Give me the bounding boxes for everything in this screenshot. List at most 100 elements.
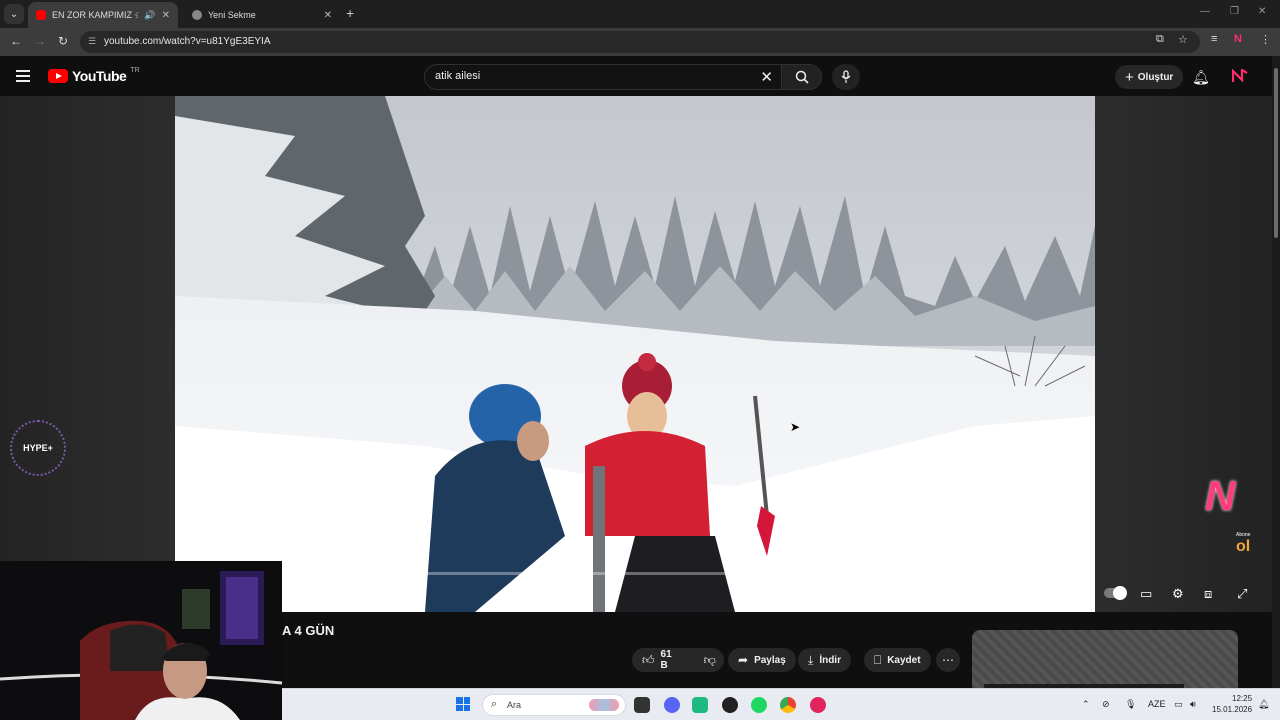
subscribe-overlay: Abone ol: [1236, 532, 1250, 556]
download-icon: ⤓: [808, 652, 814, 667]
youtube-favicon-icon: [36, 10, 46, 20]
search-icon: [795, 70, 809, 84]
search-box[interactable]: ✕: [424, 64, 782, 90]
forward-icon[interactable]: →: [34, 34, 46, 48]
install-app-icon[interactable]: ⧉: [1156, 33, 1164, 46]
input-language[interactable]: AZE: [1148, 699, 1166, 709]
app-dark-icon[interactable]: [722, 697, 738, 713]
url-text: youtube.com/watch?v=u81YgE3EYIA: [104, 36, 271, 47]
like-dislike-group: 👍︎ 61 B 👎︎: [632, 648, 724, 672]
like-count: 61 B: [660, 649, 672, 671]
guide-menu-icon[interactable]: [16, 70, 30, 82]
subtitles-icon[interactable]: ▭: [1140, 586, 1152, 602]
browser-tab-strip: ⌄ EN ZOR KAMPIMIZ 🌨 KAR 🔊 ✕ Yeni Sekme ✕…: [0, 0, 1280, 28]
audio-playing-icon[interactable]: 🔊: [144, 10, 155, 21]
tab-search-dropdown-icon[interactable]: ⌄: [4, 4, 24, 24]
windows-taskbar: ⌕ Ara ⌃ ⊘ 🎙︎ AZE ▭ 🔊︎ 12:25 15.01.2026 🔔…: [282, 688, 1280, 720]
clear-search-icon[interactable]: ✕: [760, 68, 773, 86]
reload-icon[interactable]: ↻: [58, 34, 68, 48]
download-button[interactable]: ⤓ İndir: [798, 648, 851, 672]
profile-avatar-icon[interactable]: N: [1234, 33, 1242, 45]
taskbar-clock[interactable]: 12:25 15.01.2026: [1212, 693, 1252, 715]
share-button[interactable]: ➦ Paylaş: [728, 648, 796, 672]
streamer-logo-overlay: N: [1205, 472, 1236, 519]
task-view-icon[interactable]: [634, 697, 650, 713]
save-label: Kaydet: [887, 654, 921, 666]
taskbar-search-icon: ⌕: [491, 698, 498, 710]
player-ambient-left: [0, 96, 175, 612]
spotify-icon[interactable]: [751, 697, 767, 713]
progress-bar[interactable]: [175, 572, 1095, 575]
notifications-bell-icon[interactable]: 🔔︎: [1192, 69, 1210, 86]
app-green-icon[interactable]: [692, 697, 708, 713]
browser-menu-icon[interactable]: ⋮: [1260, 33, 1271, 46]
minimize-icon[interactable]: —: [1200, 6, 1210, 17]
media-control-icon[interactable]: ≡: [1211, 33, 1217, 45]
back-icon[interactable]: ←: [10, 34, 22, 48]
taskbar-search-placeholder: Ara: [507, 700, 522, 710]
share-arrow-icon: ➦: [738, 653, 749, 667]
microphone-icon: [841, 70, 851, 83]
app-red-icon[interactable]: [810, 697, 826, 713]
like-button[interactable]: 👍︎ 61 B: [632, 648, 682, 672]
video-title: A 4 GÜN: [282, 623, 335, 638]
miniplayer-icon[interactable]: ⧈: [1204, 586, 1212, 602]
youtube-logo[interactable]: YouTube TR: [48, 66, 140, 84]
scrollbar-thumb[interactable]: [1274, 68, 1278, 238]
windows-start-icon[interactable]: [456, 697, 470, 711]
autoplay-toggle[interactable]: [1104, 586, 1127, 600]
page-scrollbar[interactable]: [1272, 56, 1280, 688]
thumbs-up-icon: 👍︎: [642, 652, 655, 667]
tray-network-off-icon[interactable]: ⊘: [1102, 699, 1110, 710]
tab-close-icon[interactable]: ✕: [324, 10, 332, 21]
share-label: Paylaş: [754, 654, 786, 666]
tab-close-icon[interactable]: ✕: [162, 10, 170, 21]
clock-time: 12:25: [1232, 694, 1253, 703]
bookmark-star-icon[interactable]: ☆: [1178, 33, 1188, 46]
create-label: Oluştur: [1137, 71, 1174, 83]
streamer-webcam: [0, 561, 282, 720]
search-input[interactable]: [435, 70, 735, 82]
bookmark-icon: ⎕: [874, 652, 882, 667]
new-tab-icon[interactable]: +: [346, 5, 354, 21]
address-bar[interactable]: ☰ youtube.com/watch?v=u81YgE3EYIA: [80, 31, 1200, 53]
tray-microphone-icon[interactable]: 🎙︎: [1125, 699, 1136, 710]
video-frame[interactable]: [175, 96, 1095, 612]
more-actions-icon[interactable]: ⋯: [936, 648, 960, 672]
tab-youtube-video[interactable]: EN ZOR KAMPIMIZ 🌨 KAR 🔊 ✕: [28, 2, 178, 28]
plus-icon: +: [1125, 68, 1134, 86]
channel-avatar-icon[interactable]: [1232, 69, 1248, 83]
youtube-header: YouTube TR ✕ + Oluştur 🔔︎: [0, 56, 1280, 96]
mouse-cursor-icon: ➤: [790, 420, 801, 434]
tray-display-icon[interactable]: ▭: [1174, 699, 1183, 710]
notification-center-icon[interactable]: 🔔︎: [1258, 699, 1269, 710]
tab-title: Yeni Sekme: [208, 10, 256, 20]
thumbs-down-icon: 👎︎: [703, 652, 716, 667]
tray-volume-icon[interactable]: 🔊︎: [1190, 699, 1196, 710]
video-player[interactable]: ▭ ⚙ ⧈ ⤢ HYPE+ N Abone ol ➤: [0, 96, 1280, 612]
youtube-play-logo-icon: [48, 69, 68, 83]
settings-gear-icon[interactable]: ⚙: [1172, 586, 1184, 602]
search-highlight-icon: [589, 699, 619, 711]
player-ambient-right: [1095, 96, 1280, 612]
country-code: TR: [130, 66, 140, 74]
voice-search-button[interactable]: [832, 64, 860, 90]
clock-date: 15.01.2026: [1212, 705, 1253, 714]
discord-icon[interactable]: [664, 697, 680, 713]
tray-overflow-icon[interactable]: ⌃: [1082, 699, 1090, 710]
chrome-favicon-icon: [192, 10, 202, 20]
browser-toolbar: ← → ↻ ☰ youtube.com/watch?v=u81YgE3EYIA …: [0, 28, 1280, 56]
fullscreen-icon[interactable]: ⤢: [1237, 586, 1247, 602]
site-info-icon[interactable]: ☰: [88, 36, 96, 47]
download-label: İndir: [819, 654, 841, 666]
window-close-icon[interactable]: ✕: [1258, 6, 1266, 17]
create-button[interactable]: + Oluştur: [1115, 65, 1184, 89]
taskbar-search[interactable]: ⌕ Ara: [482, 694, 626, 716]
chrome-icon[interactable]: [780, 697, 796, 713]
maximize-icon[interactable]: ❐: [1230, 6, 1239, 17]
dislike-button[interactable]: 👎︎: [694, 648, 726, 672]
tab-new-tab[interactable]: Yeni Sekme ✕: [184, 2, 340, 28]
search-button[interactable]: [782, 64, 822, 90]
save-button[interactable]: ⎕ Kaydet: [864, 648, 931, 672]
snow-scene-image: [175, 96, 1095, 612]
